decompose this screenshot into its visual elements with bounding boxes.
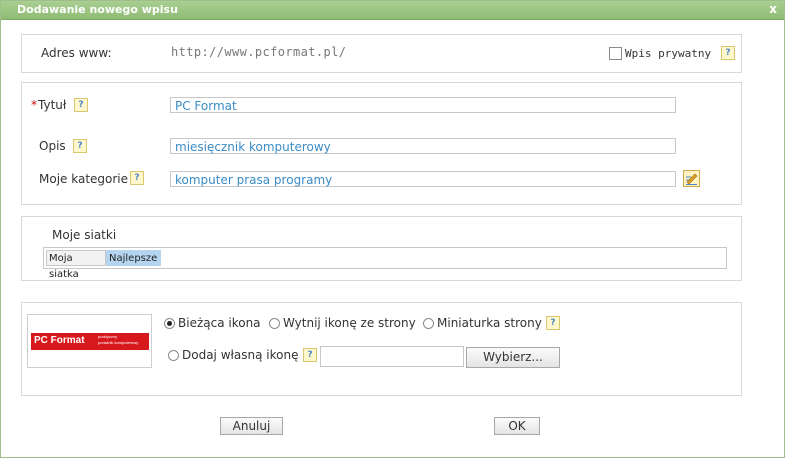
title-label: Tytuł [38, 98, 67, 112]
dialog-titlebar: Dodawanie nowego wpisu x [1, 1, 784, 20]
page-thumbnail-label: Miniaturka strony [437, 316, 542, 330]
logo-sub1: praktyczny [98, 334, 118, 339]
radio-custom-icon[interactable] [168, 350, 179, 361]
current-icon-label: Bieżąca ikona [178, 316, 261, 330]
desc-help-icon[interactable]: ? [73, 139, 87, 153]
site-icon-preview: PC Format praktyczny poradnik komputerow… [27, 314, 152, 368]
radio-page-thumbnail[interactable] [423, 318, 434, 329]
title-field[interactable]: PC Format [170, 97, 676, 113]
cancel-button[interactable]: Anuluj [220, 417, 283, 435]
grids-list: Moja siatka Najlepsze [43, 247, 727, 280]
grid-chip-moja-siatka[interactable]: Moja siatka [46, 250, 106, 280]
grids-label: Moje siatki [52, 228, 117, 242]
custom-icon-field[interactable] [320, 346, 464, 367]
close-icon[interactable]: x [769, 2, 777, 16]
pcformat-logo: PC Format praktyczny poradnik komputerow… [31, 333, 149, 350]
edit-categories-icon[interactable] [683, 170, 700, 187]
details-panel: * Tytuł ? PC Format Opis ? miesięcznik k… [21, 82, 742, 205]
desc-label: Opis [39, 139, 66, 153]
title-required-mark: * [31, 98, 37, 112]
icon-panel: PC Format praktyczny poradnik komputerow… [21, 302, 742, 396]
browse-button[interactable]: Wybierz... [466, 347, 560, 368]
cut-icon-label: Wytnij ikonę ze strony [283, 316, 416, 330]
dialog-title: Dodawanie nowego wpisu [17, 3, 178, 16]
grid-chip-najlepsze[interactable]: Najlepsze [106, 250, 161, 266]
logo-sub2: poradnik komputerowy [98, 340, 139, 345]
private-checkbox[interactable] [609, 47, 622, 60]
radio-cut-icon[interactable] [269, 318, 280, 329]
title-help-icon[interactable]: ? [74, 98, 88, 112]
categories-field[interactable]: komputer prasa programy [170, 171, 676, 187]
private-label: Wpis prywatny [625, 47, 712, 60]
desc-field[interactable]: miesięcznik komputerowy [170, 138, 676, 154]
url-label: Adres www: [41, 46, 112, 60]
radio-current-icon[interactable] [164, 318, 175, 329]
categories-help-icon[interactable]: ? [130, 171, 144, 185]
grids-panel: Moje siatki Moja siatka Najlepsze [21, 216, 742, 281]
categories-label: Moje kategorie [39, 172, 129, 186]
ok-button[interactable]: OK [494, 417, 540, 435]
logo-text: PC Format [34, 335, 85, 346]
private-help-icon[interactable]: ? [721, 46, 735, 60]
custom-icon-help-icon[interactable]: ? [303, 348, 317, 362]
url-panel: Adres www: http://www.pcformat.pl/ Wpis … [21, 34, 742, 73]
url-value: http://www.pcformat.pl/ [171, 45, 347, 59]
icon-help-icon[interactable]: ? [546, 316, 560, 330]
custom-icon-label: Dodaj własną ikonę [182, 348, 299, 362]
add-entry-dialog: Dodawanie nowego wpisu x Adres www: http… [0, 0, 785, 458]
